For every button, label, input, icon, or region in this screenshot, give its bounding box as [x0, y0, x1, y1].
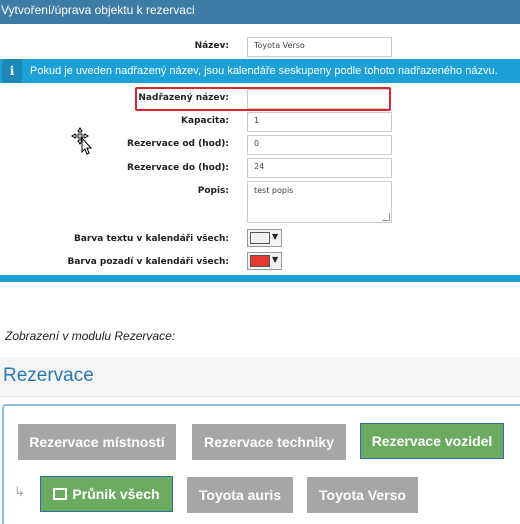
screenshot-page: Vytvoření/úprava objektu k rezervaci Náz… [0, 0, 520, 524]
reservation-to-input[interactable]: 24 [247, 158, 392, 178]
dialog-title: Vytvoření/úprava objektu k rezervaci [0, 0, 520, 24]
module-title: Rezervace [3, 365, 94, 386]
module-header: Rezervace [0, 357, 520, 397]
name-input[interactable]: Toyota Verso [247, 37, 392, 57]
tab-vehicle-reservations[interactable]: Rezervace vozidel [360, 423, 504, 459]
toyota-auris-button[interactable]: Toyota auris [187, 477, 293, 513]
description-value: test popis [254, 186, 294, 195]
tab-equipment-reservations[interactable]: Rezervace techniky [192, 424, 346, 460]
background-color-picker[interactable]: ▼ [247, 252, 282, 270]
capacity-label: Kapacita: [181, 116, 229, 126]
calendar-icon [53, 488, 68, 500]
subitem-arrow-icon: ↳ [14, 485, 25, 500]
chevron-down-icon: ▼ [272, 255, 279, 264]
tab-room-reservations[interactable]: Rezervace místností [18, 424, 176, 460]
intersection-all-label: Průnik všech [72, 486, 160, 502]
resize-grip-icon[interactable] [382, 213, 390, 221]
name-label: Název: [194, 41, 229, 51]
description-label: Popis: [197, 186, 229, 196]
background-color-label: Barva pozadí v kalendáři všech: [67, 257, 229, 267]
chevron-down-icon: ▼ [272, 232, 279, 241]
reservation-from-label: Rezervace od (hod): [127, 139, 229, 149]
toyota-verso-button[interactable]: Toyota Verso [307, 477, 418, 513]
capacity-input[interactable]: 1 [247, 112, 392, 132]
section-caption: Zobrazení v modulu Rezervace: [5, 329, 176, 343]
move-cursor-icon [71, 127, 93, 155]
info-text: Pokud je uveden nadřazený název, jsou ka… [30, 65, 498, 77]
intersection-all-button[interactable]: Průnik všech [40, 476, 173, 512]
reservation-to-label: Rezervace do (hod): [127, 163, 229, 173]
info-banner: i Pokud je uveden nadřazený název, jsou … [0, 59, 520, 83]
info-icon: i [2, 59, 22, 83]
text-color-picker[interactable]: ▼ [247, 229, 282, 247]
reservation-from-input[interactable]: 0 [247, 135, 392, 155]
highlight-box [135, 87, 391, 111]
info-banner-cut [0, 275, 520, 282]
text-color-label: Barva textu v kalendáři všech: [74, 234, 229, 244]
text-color-swatch [250, 232, 270, 244]
background-color-swatch [250, 255, 270, 267]
description-textarea[interactable]: test popis [247, 181, 392, 223]
